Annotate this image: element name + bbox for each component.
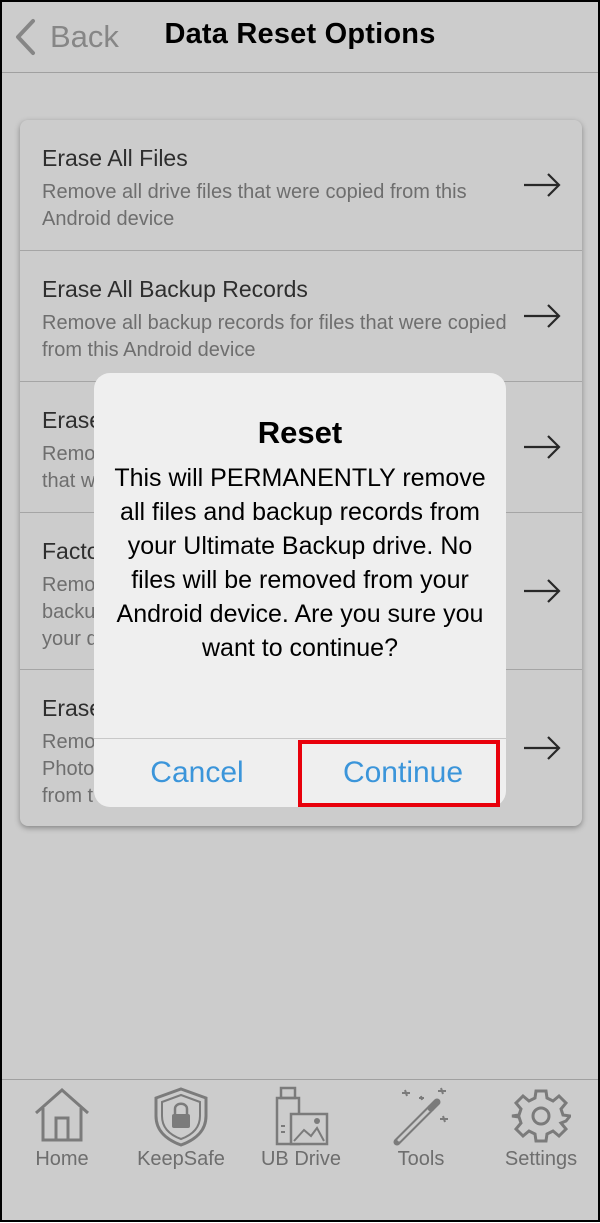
dialog-title: Reset [257,415,343,450]
cancel-button[interactable]: Cancel [94,739,300,807]
highlight-box [298,740,500,807]
dialog-message: This will PERMANENTLY remove all files a… [114,464,486,662]
